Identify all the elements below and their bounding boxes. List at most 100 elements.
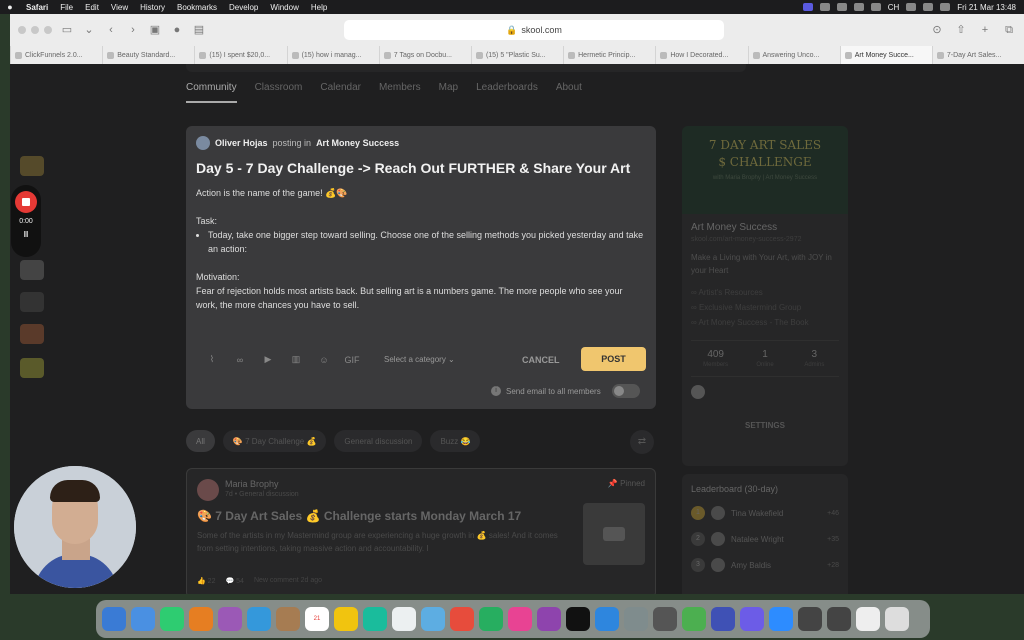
tab-members[interactable]: Members xyxy=(379,82,421,103)
link-icon[interactable]: ∞ xyxy=(232,355,248,365)
close-window-button[interactable] xyxy=(18,26,26,34)
menu-view[interactable]: View xyxy=(105,3,134,12)
minimize-window-button[interactable] xyxy=(31,26,39,34)
emoji-icon[interactable]: ☺ xyxy=(316,355,332,365)
group-link[interactable]: ∞ Exclusive Mastermind Group xyxy=(691,300,839,315)
gif-button[interactable]: GIF xyxy=(344,355,360,365)
like-button[interactable]: 👍 22 xyxy=(197,577,215,585)
forward-icon[interactable]: › xyxy=(126,23,140,37)
group-link[interactable]: ∞ Art Money Success - The Book xyxy=(691,315,839,330)
appletv-icon[interactable] xyxy=(566,607,590,631)
tab-classroom[interactable]: Classroom xyxy=(255,82,303,103)
search-icon[interactable] xyxy=(923,3,934,11)
mail-icon[interactable] xyxy=(247,607,271,631)
app-icon[interactable] xyxy=(740,607,764,631)
avatar[interactable] xyxy=(691,385,705,399)
comment-button[interactable]: 💬 54 xyxy=(225,577,243,585)
leaderboard-row[interactable]: 2 Natalee Wright +35 xyxy=(691,532,839,546)
post-title-input[interactable]: Day 5 - 7 Day Challenge -> Reach Out FUR… xyxy=(196,160,646,176)
post-author[interactable]: Maria Brophy xyxy=(225,479,299,489)
tab-map[interactable]: Map xyxy=(439,82,458,103)
browser-tab[interactable]: Hermetic Princip... xyxy=(563,46,655,64)
menu-bookmarks[interactable]: Bookmarks xyxy=(171,3,223,12)
podcasts-icon[interactable] xyxy=(537,607,561,631)
messenger-icon[interactable] xyxy=(711,607,735,631)
filter-settings-icon[interactable]: ⇄ xyxy=(630,430,654,454)
system-settings-icon[interactable] xyxy=(624,607,648,631)
floating-app-thumbnail[interactable] xyxy=(20,260,44,280)
post-body-input[interactable]: Action is the name of the game! 💰🎨 Task:… xyxy=(196,186,646,312)
apple-icon[interactable]: ● xyxy=(0,2,20,12)
attachment-icon[interactable]: ⌇ xyxy=(204,354,220,365)
tray-icon[interactable] xyxy=(819,3,830,11)
calendar-icon[interactable]: 21 xyxy=(305,607,329,631)
stat-online[interactable]: 1 Online xyxy=(740,349,789,368)
avatar[interactable] xyxy=(197,479,219,501)
download-icon[interactable]: ⊙ xyxy=(930,23,944,37)
zoom-icon[interactable] xyxy=(769,607,793,631)
video-icon[interactable]: ▶ xyxy=(260,354,276,365)
menu-window[interactable]: Window xyxy=(264,3,304,12)
messages-icon[interactable] xyxy=(479,607,503,631)
extension-icon[interactable]: ● xyxy=(170,23,184,37)
facetime-icon[interactable] xyxy=(160,607,184,631)
settings-button[interactable]: SETTINGS xyxy=(691,414,839,436)
leaderboard-row[interactable]: 3 Amy Baldis +28 xyxy=(691,558,839,572)
trash-icon[interactable] xyxy=(885,607,909,631)
category-select[interactable]: Select a category ⌄ xyxy=(384,355,455,364)
finder-icon[interactable] xyxy=(102,607,126,631)
chip-category[interactable]: 🎨 7 Day Challenge 💰 xyxy=(222,430,327,452)
menu-edit[interactable]: Edit xyxy=(79,3,105,12)
chip-all[interactable]: All xyxy=(186,430,215,452)
browser-tab[interactable]: (15) how i manag... xyxy=(286,46,379,64)
chip-category[interactable]: Buzz 😂 xyxy=(430,430,481,452)
pinned-post[interactable]: Maria Brophy 7d • General discussion 📌 P… xyxy=(186,468,656,594)
maps-icon[interactable] xyxy=(421,607,445,631)
contacts-icon[interactable] xyxy=(276,607,300,631)
siri-icon[interactable] xyxy=(218,607,242,631)
tab-calendar[interactable]: Calendar xyxy=(320,82,361,103)
menubar-clock[interactable]: Fri 21 Mar 13:48 xyxy=(957,3,1016,12)
menu-file[interactable]: File xyxy=(54,3,79,12)
menu-help[interactable]: Help xyxy=(305,3,333,12)
browser-tab[interactable]: 7 Tags on Docbu... xyxy=(378,46,471,64)
launchpad-icon[interactable] xyxy=(189,607,213,631)
menu-app-name[interactable]: Safari xyxy=(20,3,54,12)
appstore-icon[interactable] xyxy=(595,607,619,631)
browser-tab[interactable]: ClickFunnels 2.0... xyxy=(10,46,102,64)
tray-icon[interactable] xyxy=(870,3,881,11)
tab-leaderboards[interactable]: Leaderboards xyxy=(476,82,538,103)
stop-recording-button[interactable] xyxy=(15,191,37,213)
address-bar[interactable]: 🔒 skool.com xyxy=(344,20,724,40)
floating-app-thumbnail[interactable] xyxy=(20,324,44,344)
minimized-window-thumbnail[interactable] xyxy=(827,607,851,631)
browser-tab[interactable]: (15) 5 "Plastic Su... xyxy=(470,46,563,64)
group-link[interactable]: ∞ Artist's Resources xyxy=(691,285,839,300)
back-icon[interactable]: ‹ xyxy=(104,23,118,37)
stat-members[interactable]: 409 Members xyxy=(691,349,740,368)
floating-app-thumbnail[interactable] xyxy=(20,156,44,176)
photos-icon[interactable] xyxy=(450,607,474,631)
menu-history[interactable]: History xyxy=(134,3,171,12)
sidebar-toggle-icon[interactable]: ▭ xyxy=(60,23,74,37)
app-icon[interactable] xyxy=(653,607,677,631)
waveform-icon[interactable] xyxy=(20,292,44,312)
music-icon[interactable] xyxy=(508,607,532,631)
floating-app-thumbnail[interactable] xyxy=(20,358,44,378)
input-source-indicator[interactable]: CH xyxy=(888,3,900,12)
reader-icon[interactable]: ▤ xyxy=(192,23,206,37)
browser-tab[interactable]: Answering Unco... xyxy=(747,46,840,64)
chrome-icon[interactable] xyxy=(682,607,706,631)
poll-icon[interactable]: ▥ xyxy=(288,354,304,365)
share-icon[interactable]: ⇧ xyxy=(954,23,968,37)
tray-icon[interactable] xyxy=(853,3,864,11)
minimized-window-thumbnail[interactable] xyxy=(856,607,880,631)
tab-community[interactable]: Community xyxy=(186,82,237,103)
tab-about[interactable]: About xyxy=(556,82,582,103)
wifi-icon[interactable] xyxy=(906,3,917,11)
menu-develop[interactable]: Develop xyxy=(223,3,264,12)
tray-icon[interactable] xyxy=(836,3,847,11)
stat-admins[interactable]: 3 Admins xyxy=(790,349,839,368)
safari-icon[interactable] xyxy=(131,607,155,631)
chip-category[interactable]: General discussion xyxy=(334,430,423,452)
